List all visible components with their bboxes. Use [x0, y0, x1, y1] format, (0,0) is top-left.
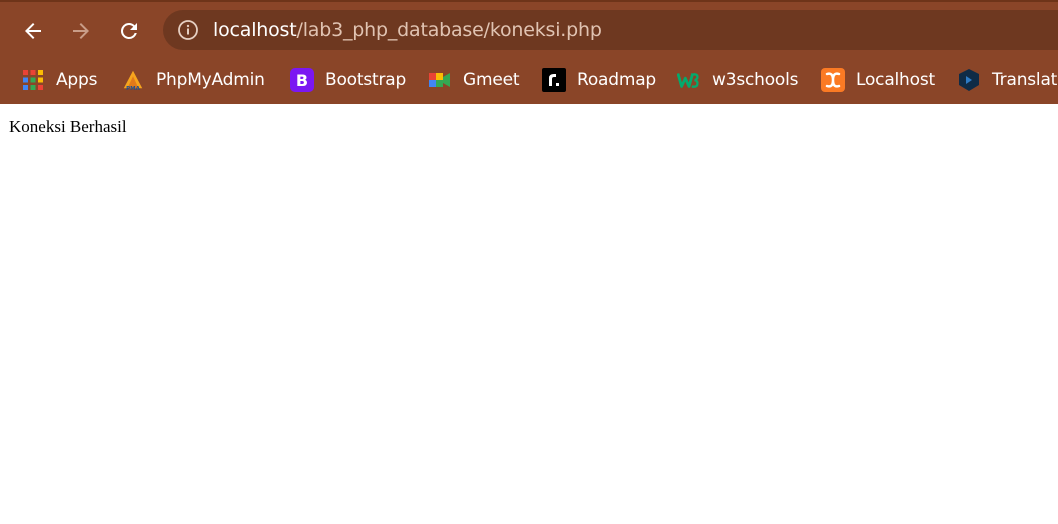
w3schools-icon: [677, 68, 701, 92]
bookmark-label: PhpMyAdmin: [156, 70, 265, 90]
svg-text:PMA: PMA: [126, 86, 141, 92]
roadmap-icon: [542, 68, 566, 92]
bookmark-label: Bootstrap: [325, 70, 407, 90]
bookmark-label: Apps: [56, 70, 98, 90]
svg-text:B: B: [296, 71, 308, 90]
url-host: localhost: [213, 19, 297, 41]
bookmark-gmeet[interactable]: Gmeet: [428, 66, 520, 94]
reload-button[interactable]: [113, 15, 145, 47]
address-bar[interactable]: localhost/lab3_php_database/koneksi.php: [163, 10, 1058, 50]
page-content: Koneksi Berhasil: [0, 104, 1058, 524]
url-text[interactable]: localhost/lab3_php_database/koneksi.php: [213, 19, 602, 41]
reload-icon: [121, 23, 137, 39]
bookmark-label: Gmeet: [463, 70, 520, 90]
arrow-left-icon: [25, 23, 41, 39]
bookmark-label: w3schools: [712, 70, 799, 90]
forward-button[interactable]: [65, 15, 97, 47]
bookmark-phpmyadmin[interactable]: PMA PhpMyAdmin: [121, 66, 265, 94]
bookmark-localhost[interactable]: Localhost: [821, 66, 935, 94]
bookmark-w3schools[interactable]: w3schools: [677, 66, 798, 94]
gmeet-icon: [428, 68, 452, 92]
bookmark-roadmap[interactable]: Roadmap: [542, 66, 656, 94]
apps-grid-icon: [21, 68, 45, 92]
back-button[interactable]: [17, 15, 49, 47]
bookmark-label: Translate: [992, 70, 1058, 90]
bookmarks-bar: Apps PMA PhpMyAdmin B Bootstrap Gmeet Ro…: [0, 58, 1058, 102]
bookmark-apps[interactable]: Apps: [21, 66, 97, 94]
browser-toolbar: localhost/lab3_php_database/koneksi.php: [0, 4, 1058, 56]
translate-icon: [957, 68, 981, 92]
info-icon[interactable]: [177, 19, 199, 41]
arrow-right-icon: [73, 23, 89, 39]
bookmark-label: Localhost: [856, 70, 935, 90]
phpmyadmin-icon: PMA: [121, 68, 145, 92]
bookmark-bootstrap[interactable]: B Bootstrap: [290, 66, 406, 94]
xampp-icon: [821, 68, 845, 92]
connection-status-text: Koneksi Berhasil: [9, 117, 127, 136]
bootstrap-icon: B: [290, 68, 314, 92]
bookmark-label: Roadmap: [577, 70, 657, 90]
bookmark-translate[interactable]: Translate: [957, 66, 1058, 94]
url-path: /lab3_php_database/koneksi.php: [296, 19, 602, 41]
browser-chrome: localhost/lab3_php_database/koneksi.php …: [0, 0, 1058, 106]
